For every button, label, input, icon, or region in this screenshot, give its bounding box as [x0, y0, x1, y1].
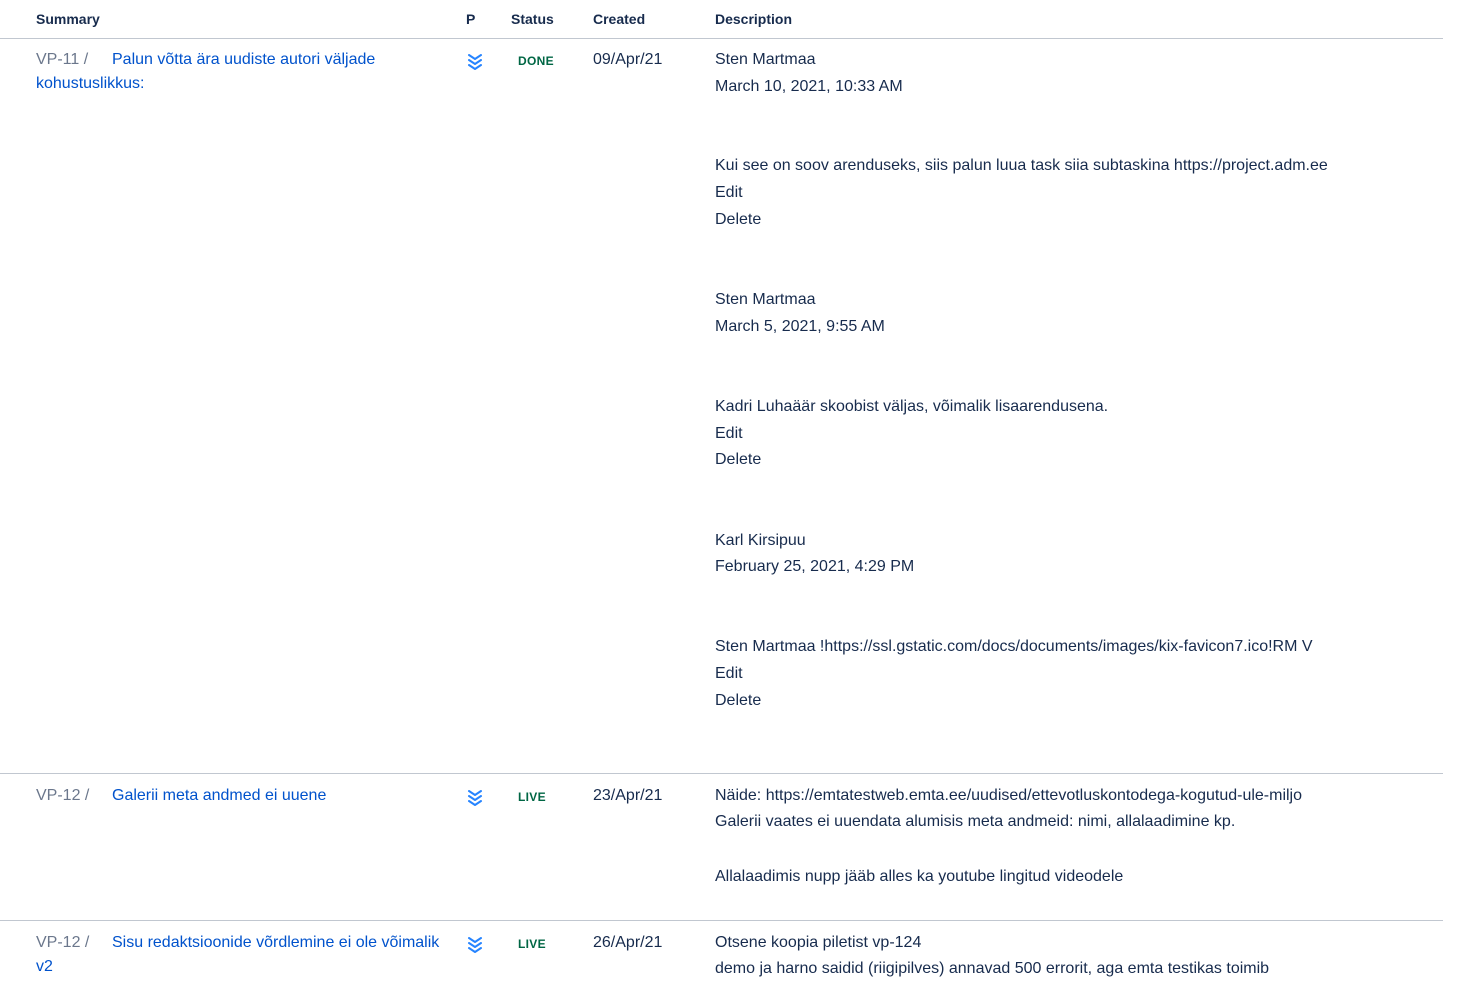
comment-author: Karl Kirsipuu [715, 532, 806, 549]
divider [0, 773, 1443, 774]
comment-delete-link[interactable]: Delete [715, 208, 761, 232]
description-cell: Otsene koopia piletist vp-124 demo ja ha… [715, 931, 1443, 984]
comment-edit-link[interactable]: Edit [715, 662, 743, 686]
table-row: VP-12 / Galerii meta andmed ei uuene LIV… [0, 784, 1463, 904]
comment-delete-link[interactable]: Delete [715, 689, 761, 713]
comment-date: March 5, 2021, 9:55 AM [715, 318, 885, 335]
comment-body: Kadri Luhaäär skoobist väljas, võimalik … [715, 398, 1109, 415]
description-line: Näide: https://emtatestweb.emta.ee/uudis… [715, 787, 1303, 804]
comment-author: Sten Martmaa [715, 291, 816, 308]
description-line: demo ja harno saidid (riigipilves) annav… [715, 960, 1270, 977]
column-header-summary[interactable]: Summary [36, 11, 100, 27]
column-header-created[interactable]: Created [593, 11, 645, 27]
created-date: 26/Apr/21 [593, 934, 663, 951]
description-cell: Näide: https://emtatestweb.emta.ee/uudis… [715, 784, 1443, 894]
issue-summary-link[interactable]: Galerii meta andmed ei uuene [36, 784, 446, 808]
status-badge: LIVE [518, 790, 546, 804]
comment-body: Kui see on soov arenduseks, siis palun l… [715, 157, 1328, 174]
description-line: Galerii vaates ei uuendata alumisis meta… [715, 813, 1236, 830]
comment-body: Sten Martmaa !https://ssl.gstatic.com/do… [715, 638, 1313, 655]
comment-date: March 10, 2021, 10:33 AM [715, 78, 903, 95]
lowest-priority-icon [468, 54, 482, 70]
created-date: 09/Apr/21 [593, 51, 663, 68]
divider [0, 920, 1443, 921]
table-row: VP-12 / Sisu redaktsioonide võrdlemine e… [0, 931, 1463, 984]
created-date: 23/Apr/21 [593, 787, 663, 804]
comment-edit-link[interactable]: Edit [715, 181, 743, 205]
lowest-priority-icon [468, 937, 482, 953]
table-row: VP-11 / Palun võtta ära uudiste autori v… [0, 48, 1463, 772]
lowest-priority-icon [468, 790, 482, 806]
description-line: Allalaadimis nupp jääb alles ka youtube … [715, 868, 1124, 885]
description-line: Otsene koopia piletist vp-124 [715, 934, 922, 951]
column-header-description[interactable]: Description [715, 11, 792, 27]
comment-author: Sten Martmaa [715, 51, 816, 68]
issue-summary-link[interactable]: Sisu redaktsioonide võrdlemine ei ole võ… [36, 931, 446, 979]
description-cell: Sten Martmaa March 10, 2021, 10:33 AM Ku… [715, 48, 1443, 748]
comment-delete-link[interactable]: Delete [715, 448, 761, 472]
status-badge: DONE [518, 54, 554, 68]
comment-date: February 25, 2021, 4:29 PM [715, 558, 915, 575]
issue-summary-link[interactable]: Palun võtta ära uudiste autori väljade k… [36, 48, 446, 96]
table-header: Summary P Status Created Description [0, 0, 1463, 38]
divider [0, 38, 1443, 39]
status-badge: LIVE [518, 937, 546, 951]
comment-edit-link[interactable]: Edit [715, 422, 743, 446]
column-header-status[interactable]: Status [511, 11, 554, 27]
column-header-priority[interactable]: P [466, 11, 475, 27]
